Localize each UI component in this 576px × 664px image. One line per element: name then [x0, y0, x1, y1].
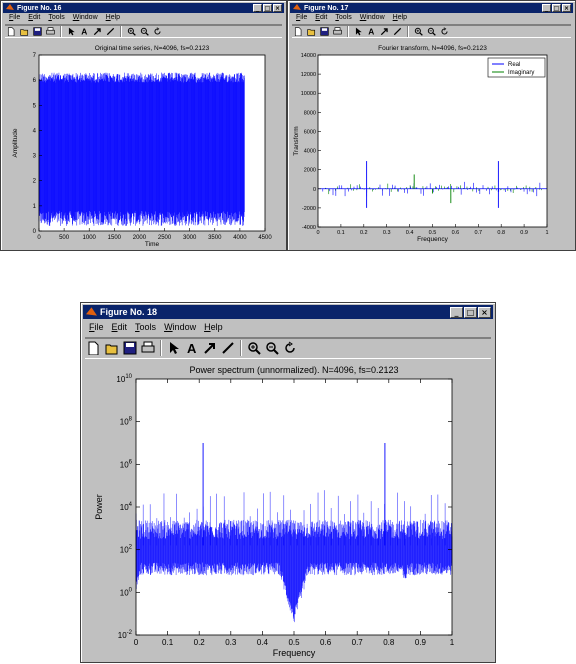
- y-tick-label: 0: [313, 187, 316, 193]
- x-tick-label: 2500: [158, 235, 172, 241]
- x-tick-label: 0.3: [383, 230, 391, 236]
- figure-17-window: Figure No. 17 _ □ × File Edit Tools Wind…: [287, 0, 576, 251]
- y-tick-label: 14000: [301, 53, 316, 59]
- x-tick-label: 0.8: [497, 230, 505, 236]
- x-tick-label: 0: [134, 638, 139, 647]
- x-tick-label: 0.1: [337, 230, 345, 236]
- x-tick-label: 0.9: [520, 230, 528, 236]
- x-tick-label: 1000: [83, 235, 97, 241]
- x-tick-label: 0.5: [288, 638, 300, 647]
- x-tick-label: 4500: [258, 235, 272, 241]
- x-tick-label: 0.4: [406, 230, 414, 236]
- y-tick-label: 3: [33, 154, 37, 160]
- x-tick-label: 0.8: [383, 638, 395, 647]
- y-tick-label: 8000: [304, 110, 316, 116]
- x-tick-label: 0.3: [225, 638, 237, 647]
- y-tick-label: 6000: [304, 129, 316, 135]
- chart-title: Fourier transform, N=4096, fs=0.2123: [378, 45, 487, 52]
- x-tick-label: 0: [316, 230, 319, 236]
- x-tick-label: 1: [545, 230, 548, 236]
- x-tick-label: 0.6: [320, 638, 332, 647]
- legend-real-label: Real: [508, 62, 520, 68]
- x-tick-label: 0.7: [352, 638, 364, 647]
- x-axis-label: Frequency: [417, 236, 448, 243]
- y-tick-label: 10000: [301, 91, 316, 97]
- y-tick-label: 5: [33, 103, 37, 109]
- y-axis-label: Power: [94, 494, 104, 520]
- plot-area: [318, 55, 547, 227]
- x-tick-label: 0: [37, 235, 41, 241]
- x-tick-label: 0.2: [194, 638, 206, 647]
- x-tick-label: 3000: [183, 235, 197, 241]
- chart-title: Power spectrum (unnormalized). N=4096, f…: [189, 365, 398, 375]
- y-tick-label: -2000: [302, 206, 316, 212]
- y-axis-label: Transform: [293, 126, 300, 155]
- x-tick-label: 0.7: [474, 230, 482, 236]
- y-tick-label: 100: [120, 587, 133, 597]
- y-tick-label: 106: [120, 459, 133, 469]
- y-tick-label: 2000: [304, 168, 316, 174]
- time-series-plot: 0 500 1000 1500 2000 2500 3000 3500 4000 45000123…: [12, 45, 272, 248]
- x-tick-label: 500: [59, 235, 70, 241]
- y-tick-label: 2: [33, 179, 37, 185]
- y-tick-label: 1010: [116, 374, 132, 384]
- x-tick-label: 3500: [208, 235, 222, 241]
- x-tick-label: 0.1: [162, 638, 174, 647]
- y-tick-label: 104: [120, 502, 133, 512]
- y-tick-label: 10-2: [118, 630, 133, 640]
- x-axis-label: Time: [145, 241, 160, 248]
- y-tick-label: 0: [33, 229, 37, 235]
- x-tick-label: 0.2: [360, 230, 368, 236]
- y-tick-label: 4000: [304, 149, 316, 155]
- chart-title: Original time series, N=4096, fs=0.2123: [95, 45, 210, 52]
- x-tick-label: 0.6: [452, 230, 460, 236]
- legend-imaginary-label: Imaginary: [508, 70, 534, 76]
- x-axis-label: Frequency: [273, 648, 316, 658]
- time-series-line: [38, 72, 245, 226]
- x-tick-label: 1: [450, 638, 455, 647]
- x-tick-label: 0.4: [257, 638, 269, 647]
- y-tick-label: 102: [120, 545, 133, 555]
- x-tick-label: 0.9: [415, 638, 427, 647]
- figure-16-window: Figure No. 16 _ □ × File Edit Tools Wind…: [0, 0, 287, 251]
- y-tick-label: 7: [33, 53, 37, 59]
- figure-18-window: Figure No. 18 _ □ × File Edit Tools Wind…: [80, 302, 496, 663]
- x-tick-label: 4000: [233, 235, 247, 241]
- y-axis-label: Amplitude: [12, 128, 19, 157]
- y-tick-label: 4: [33, 128, 37, 134]
- fourier-transform-plot: 0 0.1 0.2 0.3 0.4 0.5 0.6 0.7 0.8 0.9 1-4000-20000…: [293, 45, 549, 243]
- y-tick-label: 1: [33, 204, 37, 210]
- y-tick-label: -4000: [302, 225, 316, 231]
- x-tick-label: 1500: [108, 235, 122, 241]
- power-spectrum-plot: 0 0.1 0.2 0.3 0.4 0.5 0.6 0.7 0.8 0.9 1 10-2 100 102 1…: [94, 365, 455, 658]
- y-tick-label: 6: [33, 78, 37, 84]
- y-tick-label: 108: [120, 417, 133, 427]
- y-tick-label: 12000: [301, 72, 316, 78]
